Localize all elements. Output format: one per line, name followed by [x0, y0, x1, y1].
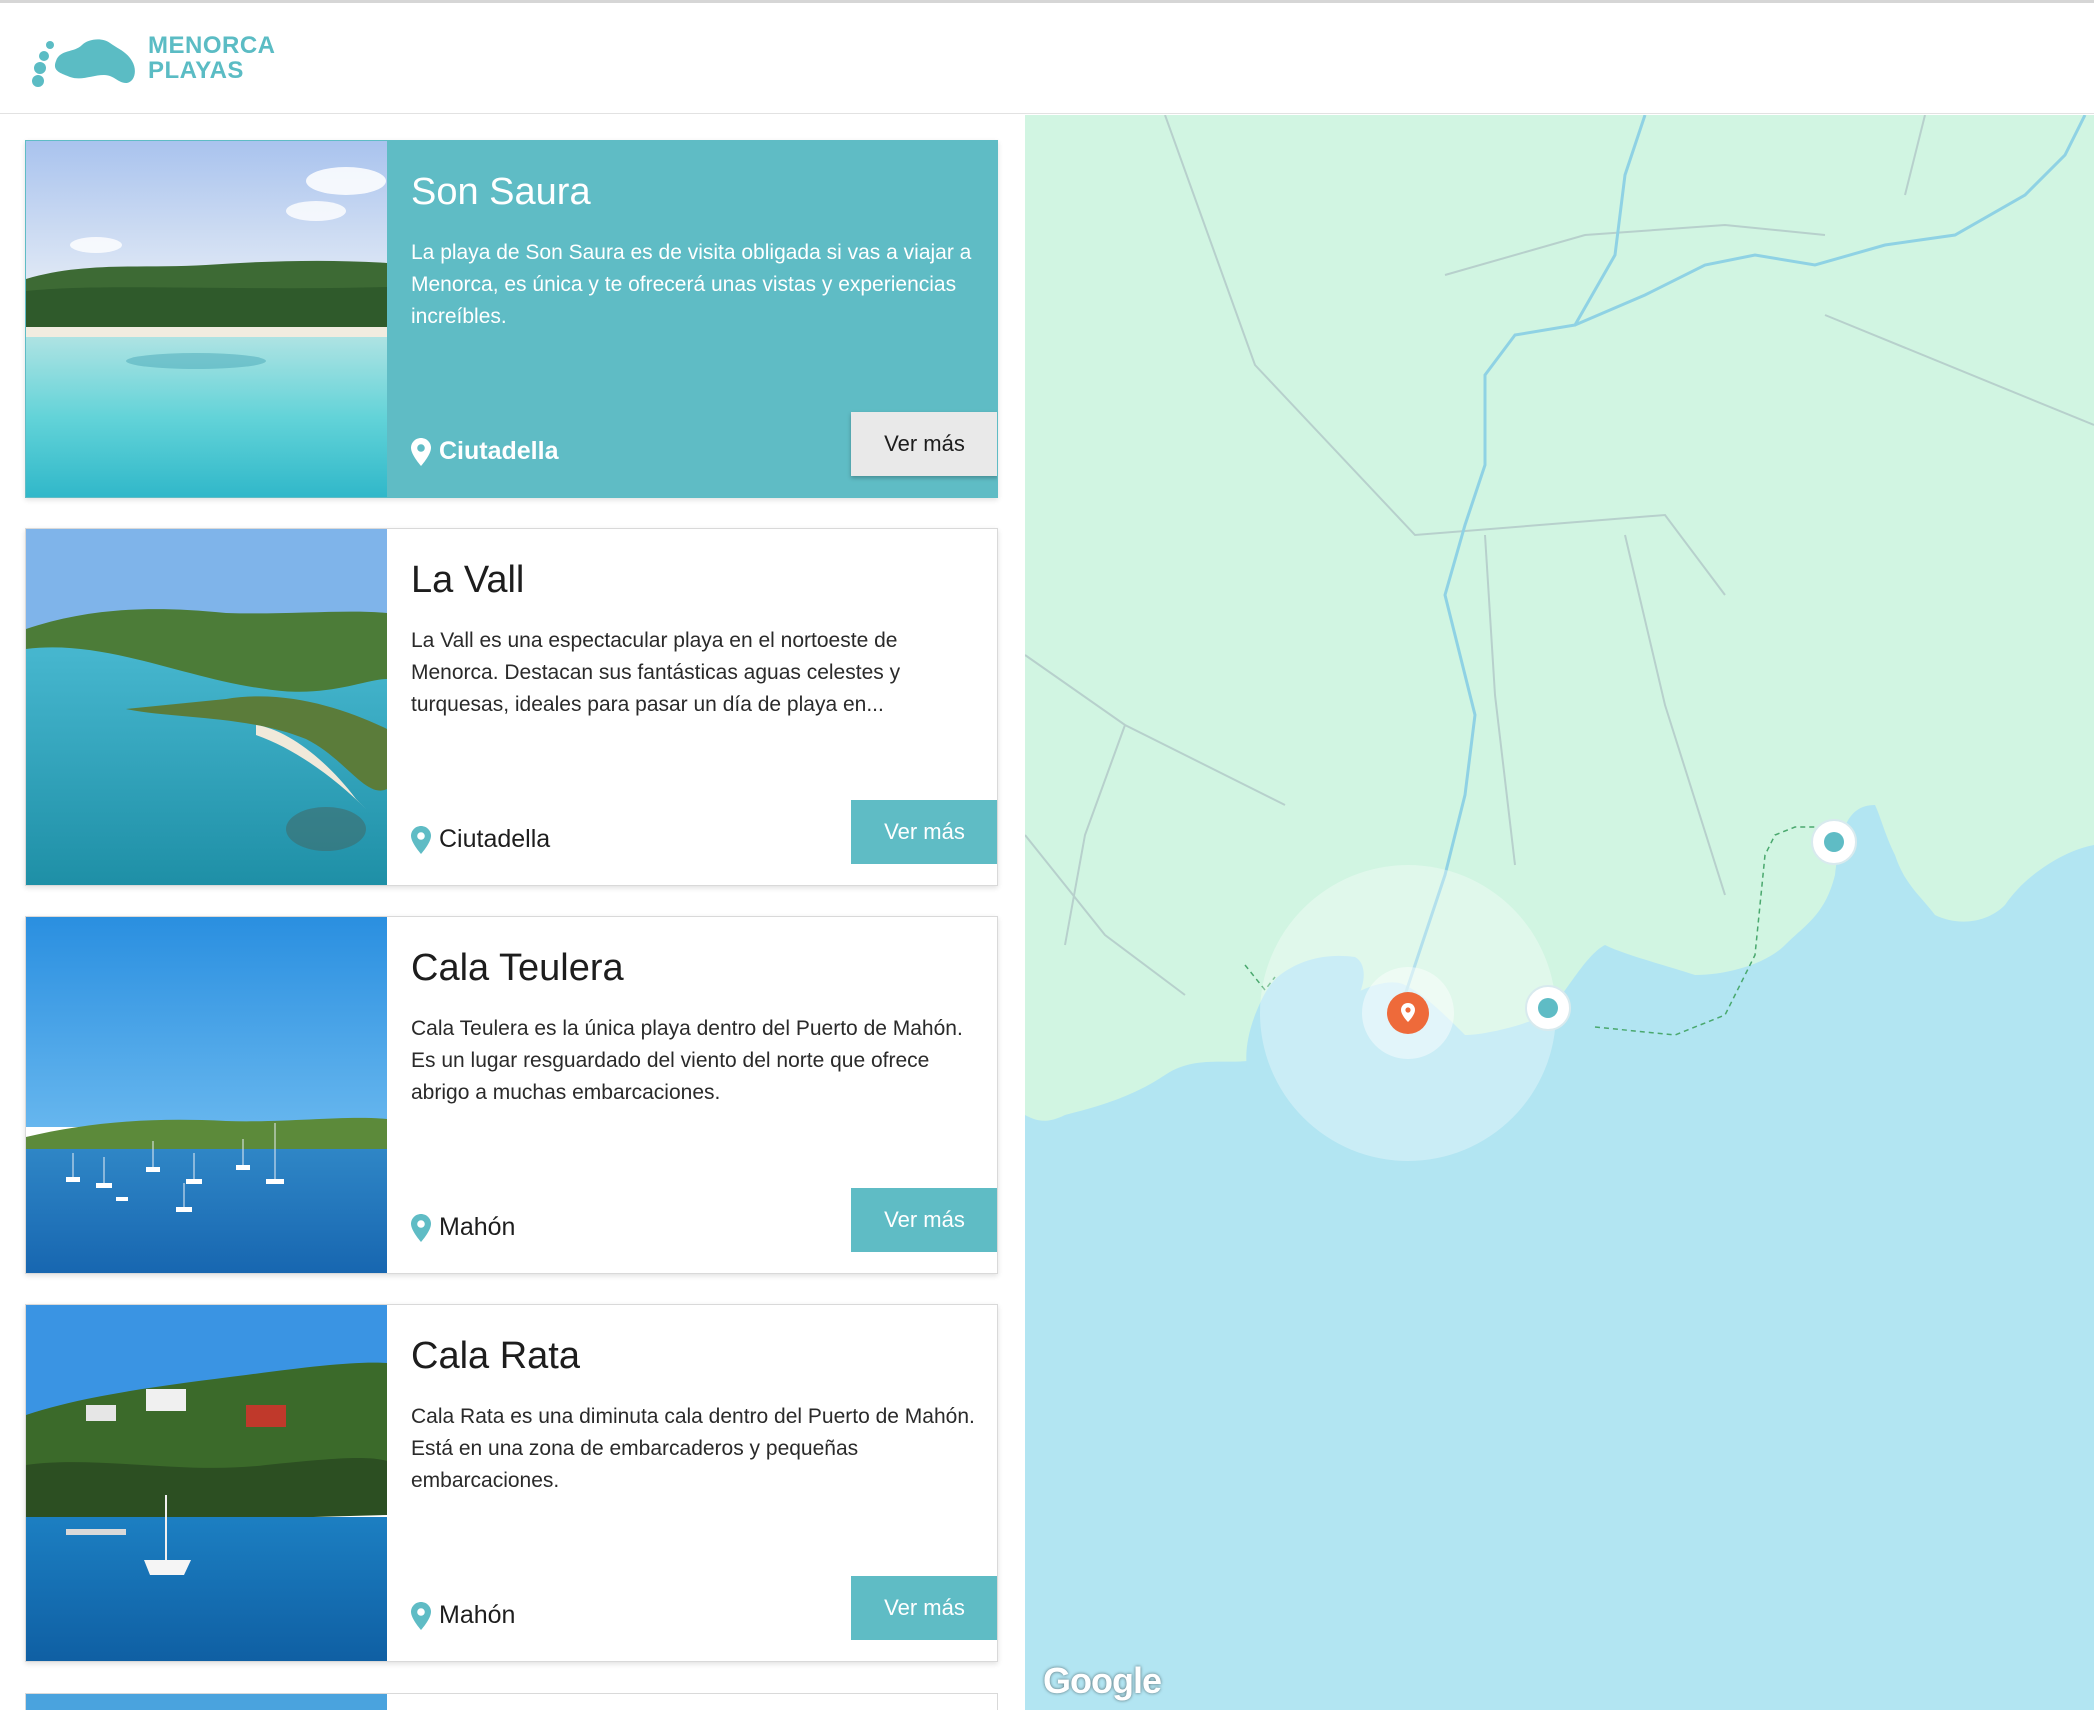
beach-description: La Vall es una espectacular playa en el …	[411, 629, 901, 716]
beach-card-cala-teulera[interactable]: Cala Teulera Cala Teulera es la única pl…	[25, 916, 998, 1274]
beach-location-label: Ciutadella	[439, 437, 559, 465]
beach-title: Cala Teulera	[411, 947, 624, 989]
beach-location: Mahón	[411, 1601, 515, 1630]
beach-list[interactable]: Son Saura La playa de Son Saura es de vi…	[0, 115, 1025, 1710]
beach-photo-cala-rata	[26, 1305, 387, 1661]
map-panel[interactable]	[1025, 115, 2094, 1710]
ver-mas-button[interactable]: Ver más	[851, 800, 997, 864]
beach-photo-son-saura	[26, 141, 387, 497]
beach-photo-cala-teulera	[26, 917, 387, 1273]
map-pin-icon	[411, 1213, 431, 1242]
beach-title: La Vall	[411, 559, 525, 601]
beach-description: Cala Teulera es la única playa dentro de…	[411, 1017, 963, 1104]
ver-mas-button[interactable]: Ver más	[851, 1576, 997, 1640]
beach-location: Mahón	[411, 1213, 515, 1242]
map-pin-icon	[411, 1601, 431, 1630]
beach-description: La playa de Son Saura es de visita oblig…	[411, 241, 972, 328]
beach-marker[interactable]	[1811, 819, 1857, 865]
ver-mas-button[interactable]: Ver más	[851, 412, 997, 476]
beach-card-partial[interactable]	[25, 1693, 998, 1710]
map-pin-icon	[411, 437, 431, 466]
beach-location-label: Mahón	[439, 1213, 516, 1241]
beach-location: Ciutadella	[411, 437, 558, 466]
beach-info: Cala Rata Cala Rata es una diminuta cala…	[387, 1305, 997, 1661]
beach-location-label: Ciutadella	[439, 825, 551, 853]
beach-title: Son Saura	[411, 171, 591, 213]
beach-info: Son Saura La playa de Son Saura es de vi…	[387, 141, 997, 497]
beach-info: Cala Teulera Cala Teulera es la única pl…	[387, 917, 997, 1273]
beach-card-son-saura[interactable]: Son Saura La playa de Son Saura es de vi…	[25, 140, 998, 498]
beach-marker[interactable]	[1525, 985, 1571, 1031]
logo-line-1: MENORCA	[148, 32, 276, 59]
map-pin-icon	[411, 825, 431, 854]
beach-card-cala-rata[interactable]: Cala Rata Cala Rata es una diminuta cala…	[25, 1304, 998, 1662]
beach-card-la-vall[interactable]: La Vall La Vall es una espectacular play…	[25, 528, 998, 886]
beach-photo-la-vall	[26, 529, 387, 885]
logo-wordmark: MENORCA PLAYAS	[148, 33, 276, 83]
active-beach-marker[interactable]	[1387, 992, 1429, 1034]
site-logo[interactable]: MENORCA PLAYAS	[30, 31, 275, 91]
island-logo-icon	[32, 39, 135, 87]
beach-info: La Vall La Vall es una espectacular play…	[387, 529, 997, 885]
beach-photo-partial	[26, 1694, 387, 1710]
ver-mas-button[interactable]: Ver más	[851, 1188, 997, 1252]
google-logo[interactable]: Google	[1043, 1660, 1162, 1702]
map-canvas[interactable]	[1025, 115, 2094, 1710]
beach-location: Ciutadella	[411, 825, 550, 854]
site-header: MENORCA PLAYAS	[0, 3, 2094, 114]
beach-title: Cala Rata	[411, 1335, 580, 1377]
beach-location-label: Mahón	[439, 1601, 516, 1629]
logo-line-2: PLAYAS	[148, 57, 244, 84]
beach-description: Cala Rata es una diminuta cala dentro de…	[411, 1405, 975, 1492]
